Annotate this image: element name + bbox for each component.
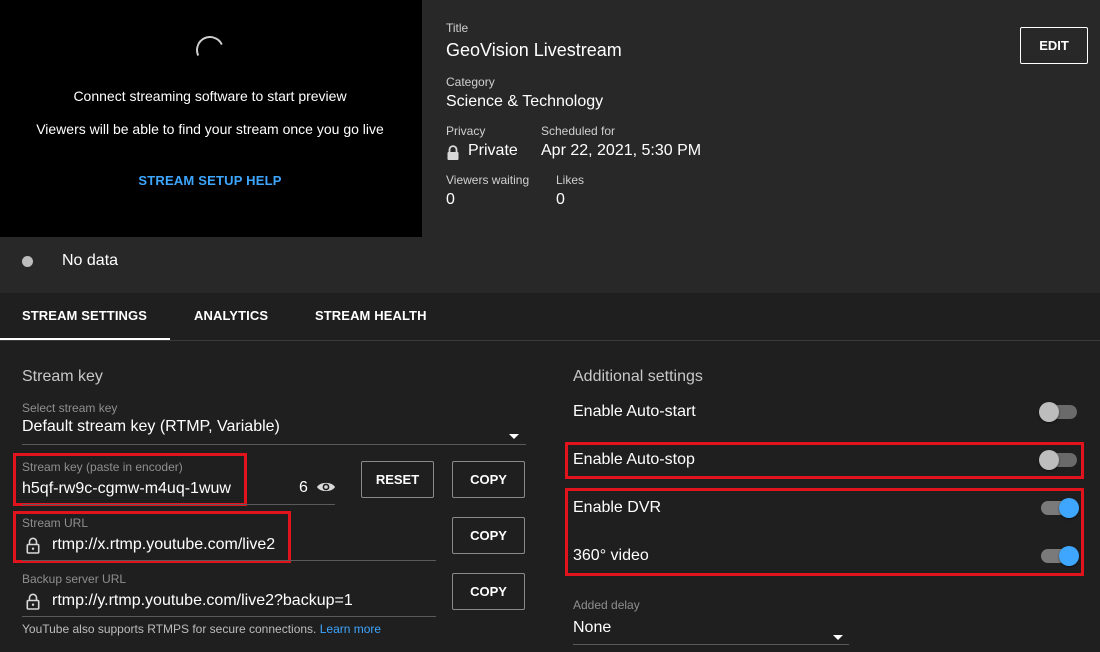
backup-url-underline: [22, 616, 436, 617]
edit-button[interactable]: EDIT: [1020, 27, 1088, 64]
stream-preview: Connect streaming software to start prev…: [0, 0, 422, 237]
stream-key-heading: Stream key: [22, 368, 103, 385]
eye-icon[interactable]: [316, 479, 336, 500]
dropdown-arrow-icon: [509, 427, 519, 445]
likes-label: Likes: [556, 173, 585, 187]
stream-key-underline: [22, 504, 335, 505]
added-delay-select[interactable]: None: [573, 616, 849, 646]
privacy-value: Private: [468, 142, 518, 159]
backup-url-value[interactable]: rtmp://y.rtmp.youtube.com/live2?backup=1: [52, 592, 353, 610]
tab-analytics[interactable]: ANALYTICS: [194, 308, 268, 323]
status-indicator-icon: [22, 256, 33, 267]
category-label: Category: [446, 75, 495, 89]
stream-setup-help-link[interactable]: STREAM SETUP HELP: [0, 173, 420, 188]
learn-more-link[interactable]: Learn more: [320, 622, 381, 636]
reset-button[interactable]: RESET: [361, 461, 434, 498]
rtmps-note: YouTube also supports RTMPS for secure c…: [22, 622, 381, 636]
lock-icon: [26, 537, 40, 559]
tabs-divider: [0, 340, 1100, 341]
spinner-icon: [192, 32, 228, 68]
dvr-label: Enable DVR: [573, 499, 662, 516]
title-label: Title: [446, 21, 469, 35]
likes-value: 0: [556, 191, 565, 208]
lock-icon: [446, 145, 460, 166]
added-delay-label: Added delay: [573, 598, 640, 612]
stream-key-select-value: Default stream key (RTMP, Variable): [22, 418, 280, 435]
tab-stream-settings[interactable]: STREAM SETTINGS: [22, 308, 147, 323]
stream-title: GeoVision Livestream: [446, 40, 622, 60]
auto-stop-label: Enable Auto-stop: [573, 451, 695, 468]
copy-stream-key-button[interactable]: COPY: [452, 461, 525, 498]
backup-url-label: Backup server URL: [22, 572, 127, 586]
360-video-toggle[interactable]: [1041, 546, 1079, 566]
added-delay-value: None: [573, 619, 612, 636]
viewers-waiting-value: 0: [446, 191, 455, 208]
stream-key-input[interactable]: h5qf-rw9c-cgmw-m4uq-1wuw: [22, 480, 231, 498]
stream-url-label: Stream URL: [22, 516, 89, 530]
preview-message: Connect streaming software to start prev…: [73, 88, 347, 104]
stream-key-label: Stream key (paste in encoder): [22, 460, 183, 474]
rtmps-note-text: YouTube also supports RTMPS for secure c…: [22, 622, 317, 636]
category-value: Science & Technology: [446, 93, 604, 110]
stream-key-select[interactable]: Default stream key (RTMP, Variable): [22, 416, 526, 446]
dvr-toggle[interactable]: [1041, 498, 1079, 518]
360-video-label: 360° video: [573, 547, 649, 564]
scheduled-value: Apr 22, 2021, 5:30 PM: [541, 142, 702, 159]
select-stream-key-label: Select stream key: [22, 401, 118, 415]
stream-url-value[interactable]: rtmp://x.rtmp.youtube.com/live2: [52, 536, 275, 554]
stream-url-underline: [22, 560, 436, 561]
copy-stream-url-button[interactable]: COPY: [452, 517, 525, 554]
auto-start-label: Enable Auto-start: [573, 403, 696, 420]
auto-start-toggle[interactable]: [1039, 402, 1077, 422]
select-underline: [22, 444, 526, 445]
status-text: No data: [62, 252, 119, 269]
scheduled-label: Scheduled for: [541, 124, 616, 138]
additional-settings-heading: Additional settings: [573, 368, 703, 385]
lock-icon: [26, 593, 40, 615]
copy-backup-url-button[interactable]: COPY: [452, 573, 525, 610]
preview-subtext: Viewers will be able to find your stream…: [36, 121, 384, 137]
delay-underline: [573, 644, 849, 645]
viewers-waiting-label: Viewers waiting: [446, 173, 530, 187]
auto-stop-toggle[interactable]: [1039, 450, 1077, 470]
privacy-label: Privacy: [446, 124, 486, 138]
tab-stream-health[interactable]: STREAM HEALTH: [315, 308, 427, 323]
stream-key-suffix: 6: [299, 479, 308, 496]
